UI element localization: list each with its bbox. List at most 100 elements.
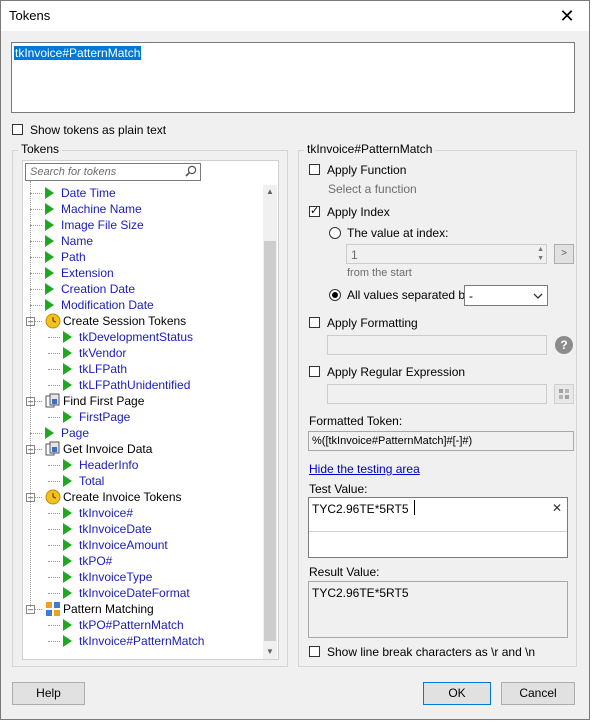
spinner-arrows-icon[interactable]: ▲ ▼ — [537, 245, 544, 263]
token-item-label: Create Invoice Tokens — [63, 490, 182, 504]
index-spinner[interactable]: 1 ▲ ▼ — [346, 244, 547, 264]
regex-builder-icon[interactable] — [554, 384, 574, 404]
window-title: Tokens — [9, 8, 51, 23]
token-play-icon — [63, 347, 72, 359]
search-tokens-input[interactable]: Search for tokens — [25, 163, 201, 181]
token-item-label: tkPO#PatternMatch — [79, 618, 184, 632]
token-item-label: HeaderInfo — [79, 458, 139, 472]
tree-connector — [48, 417, 60, 418]
token-item-label: tkLFPathUnidentified — [79, 378, 191, 392]
scroll-down-icon[interactable]: ▼ — [263, 645, 277, 659]
token-item-label: tkLFPath — [79, 362, 128, 376]
apply-formatting-checkbox[interactable] — [309, 317, 320, 328]
tree-connector — [48, 385, 60, 386]
show-plain-text-checkbox[interactable] — [12, 124, 23, 135]
token-item-label: tkInvoice#PatternMatch — [79, 634, 205, 648]
scrollbar-thumb[interactable] — [264, 241, 276, 641]
token-play-icon — [45, 187, 54, 199]
test-value-input[interactable]: TYC2.96TE*5RT5 ✕ — [308, 497, 568, 558]
tree-connector — [30, 289, 42, 290]
tree-connector — [30, 433, 42, 434]
token-item-label: Path — [61, 250, 86, 264]
scroll-up-icon[interactable]: ▲ — [263, 185, 277, 199]
token-expression-editor[interactable]: tkInvoice#PatternMatch — [11, 42, 575, 113]
token-item-label: Get Invoice Data — [63, 442, 153, 456]
tree-connector — [48, 641, 60, 642]
apply-index-label: Apply Index — [327, 205, 390, 219]
tree-connector — [48, 577, 60, 578]
value-at-index-radio[interactable] — [329, 227, 341, 239]
text-caret — [414, 500, 415, 515]
regex-builder-glyph — [559, 389, 569, 399]
tree-connector — [30, 209, 42, 210]
token-item-label: Pattern Matching — [63, 602, 154, 616]
token-play-icon — [45, 219, 54, 231]
clear-icon[interactable]: ✕ — [552, 501, 562, 515]
index-next-button[interactable]: > — [554, 244, 574, 264]
pattern-icon — [46, 602, 60, 616]
apply-formatting-label: Apply Formatting — [327, 316, 418, 330]
tree-connector — [48, 353, 60, 354]
tree-connector — [48, 337, 60, 338]
show-line-breaks-checkbox[interactable] — [309, 646, 320, 657]
token-item-label: Date Time — [61, 186, 116, 200]
help-button[interactable]: Help — [12, 682, 85, 705]
tree-connector — [48, 625, 60, 626]
tree-connector — [48, 545, 60, 546]
chevron-down-icon[interactable] — [533, 293, 543, 299]
ok-button[interactable]: OK — [423, 682, 491, 705]
tree-spine — [30, 181, 31, 607]
cancel-button[interactable]: Cancel — [501, 682, 575, 705]
value-at-index-label: The value at index: — [347, 226, 449, 240]
clock-icon — [45, 489, 61, 505]
show-line-breaks-label: Show line break characters as \r and \n — [327, 645, 536, 659]
hide-testing-area-link[interactable]: Hide the testing area — [309, 462, 420, 476]
token-item-label: Total — [79, 474, 105, 488]
tree-connector — [48, 481, 60, 482]
tokens-group-title: Tokens — [18, 142, 63, 156]
activity-icon — [45, 441, 60, 456]
apply-function-checkbox[interactable] — [309, 164, 320, 175]
token-play-icon — [63, 571, 72, 583]
tree-connector — [30, 193, 42, 194]
tokens-tree: Search for tokens Date Time Machine Name I… — [22, 160, 279, 660]
result-value-text: TYC2.96TE*5RT5 — [312, 586, 409, 600]
activity-icon — [45, 393, 60, 408]
regex-input[interactable] — [327, 384, 547, 404]
token-item-label: Creation Date — [61, 282, 136, 296]
token-play-icon — [63, 507, 72, 519]
apply-regex-checkbox[interactable] — [309, 366, 320, 377]
token-play-icon — [63, 411, 72, 423]
close-icon[interactable]: ✕ — [545, 1, 589, 31]
token-play-icon — [45, 267, 54, 279]
token-play-icon — [45, 235, 54, 247]
token-play-icon — [63, 523, 72, 535]
token-item-label: Name — [61, 234, 94, 248]
token-item-label: tkVendor — [79, 346, 127, 360]
search-icon[interactable] — [185, 165, 197, 177]
token-play-icon — [45, 427, 54, 439]
token-details-title: tkInvoice#PatternMatch — [304, 142, 436, 156]
all-values-radio[interactable] — [329, 289, 341, 301]
result-value-field: TYC2.96TE*5RT5 — [308, 581, 568, 638]
select-function-hint[interactable]: Select a function — [328, 182, 417, 196]
tree-connector — [48, 369, 60, 370]
tree-connector — [48, 465, 60, 466]
token-item-label: Machine Name — [61, 202, 142, 216]
token-item-label: tkPO# — [79, 554, 113, 568]
apply-index-checkbox[interactable] — [309, 204, 320, 217]
test-value-label: Test Value: — [309, 482, 368, 496]
tokens-scrollbar[interactable]: ▲ ▼ — [263, 185, 277, 659]
formatting-input[interactable] — [327, 335, 547, 355]
separator-select[interactable]: - — [464, 285, 548, 306]
token-item-label: Find First Page — [63, 394, 145, 408]
token-item-label: Image File Size — [61, 218, 144, 232]
token-item-label: Create Session Tokens — [63, 314, 187, 328]
tree-connector — [48, 529, 60, 530]
token-play-icon — [63, 363, 72, 375]
token-item-label: tkInvoiceType — [79, 570, 153, 584]
tree-connector — [48, 593, 60, 594]
help-icon[interactable]: ? — [555, 336, 573, 354]
token-item-label: FirstPage — [79, 410, 131, 424]
tree-connector — [30, 241, 42, 242]
